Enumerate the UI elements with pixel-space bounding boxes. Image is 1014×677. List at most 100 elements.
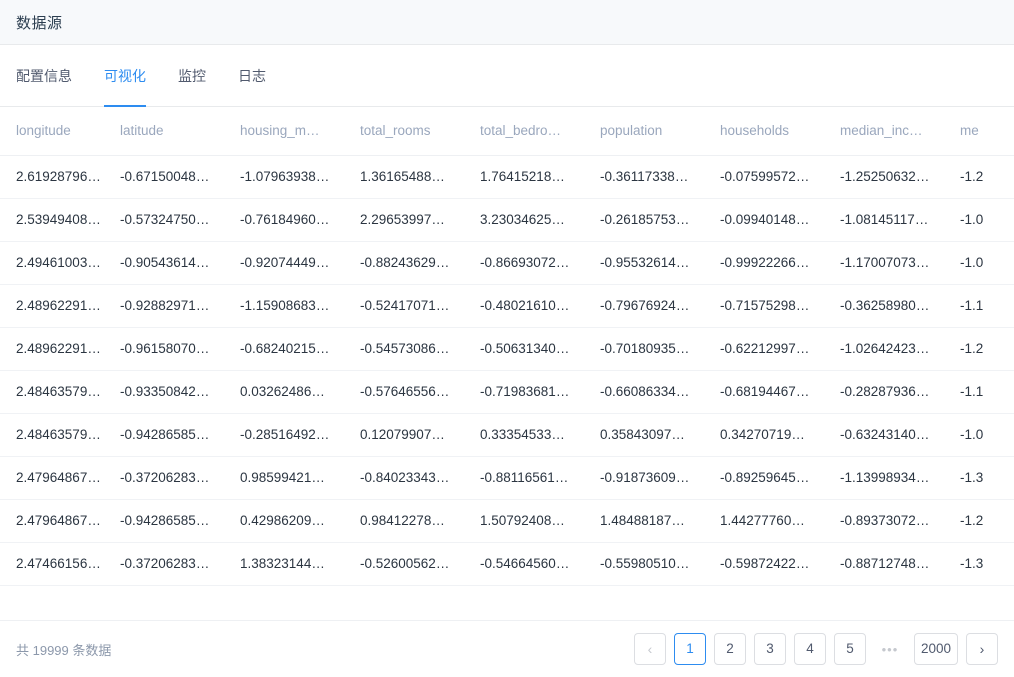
table-cell: -0.52417071… (360, 284, 480, 328)
table-cell: -1.02642423… (840, 327, 960, 371)
table-row[interactable]: 2.47466156… -0.37206283… 1.38323144… -0.526… (0, 542, 1014, 586)
table-cell: -0.76184960… (240, 198, 360, 242)
table-cell: -1.08145117… (840, 198, 960, 242)
table-cell: 2.47466156… (0, 542, 120, 586)
table-cell: -0.54573086… (360, 327, 480, 371)
table-cell: 1.50792408… (480, 499, 600, 543)
page-button-2[interactable]: 2 (713, 633, 746, 665)
table-cell: 1.76415218… (480, 155, 600, 199)
table-cell: -0.70180935… (600, 327, 720, 371)
table-cell: -0.89373072… (840, 499, 960, 543)
page-button-5[interactable]: 5 (833, 633, 866, 665)
table-cell: 1.38323144… (240, 542, 360, 586)
data-table: longitude latitude housing_m… total_rooms to… (0, 107, 1014, 586)
table-row[interactable]: 2.48962291… -0.92882971… -1.15908683… -0.52… (0, 284, 1014, 328)
page-button-3[interactable]: 3 (753, 633, 786, 665)
page-number: 2 (726, 641, 734, 657)
tab-logs[interactable]: 日志 (222, 45, 282, 106)
page-button-1[interactable]: 1 (673, 633, 706, 665)
column-header[interactable]: latitude (120, 107, 240, 156)
table-cell: -1.3 (960, 456, 1014, 500)
column-header[interactable]: households (720, 107, 840, 156)
tab-bar: 配置信息 可视化 监控 日志 (0, 45, 1014, 107)
table-cell: -0.55980510… (600, 542, 720, 586)
table-cell: 2.48962291… (0, 327, 120, 371)
column-header[interactable]: housing_m… (240, 107, 360, 156)
table-cell: -0.93350842… (120, 370, 240, 414)
table-cell: 0.98599421… (240, 456, 360, 500)
table-cell: -0.66086334… (600, 370, 720, 414)
table-cell: -0.28287936… (840, 370, 960, 414)
table-cell: 1.48488187… (600, 499, 720, 543)
table-row[interactable]: 2.61928796… -0.67150048… -1.07963938… 1.361… (0, 155, 1014, 199)
table-cell: -0.09940148… (720, 198, 840, 242)
column-header[interactable]: population (600, 107, 720, 156)
column-header[interactable]: median_inc… (840, 107, 960, 156)
table-cell: 2.53949408… (0, 198, 120, 242)
table-cell: -0.26185753… (600, 198, 720, 242)
ellipsis-glyph: ••• (881, 641, 899, 657)
table-cell: -0.84023343… (360, 456, 480, 500)
table-cell: -1.0 (960, 241, 1014, 285)
table-cell: -0.37206283… (120, 542, 240, 586)
page-number: 4 (806, 641, 814, 657)
tab-label: 日志 (238, 67, 266, 84)
page-number: 5 (846, 641, 854, 657)
table-cell: -0.89259645… (720, 456, 840, 500)
total-count-label: 共 19999 条数据 (16, 642, 112, 658)
page-button-4[interactable]: 4 (793, 633, 826, 665)
tab-visualization[interactable]: 可视化 (88, 45, 162, 107)
table-cell: 2.47964867… (0, 499, 120, 543)
page-number: 1 (686, 641, 694, 657)
data-table-container[interactable]: longitude latitude housing_m… total_rooms to… (0, 107, 1014, 620)
table-cell: 2.48463579… (0, 413, 120, 457)
table-row[interactable]: 2.47964867… -0.94286585… 0.42986209… 0.9841… (0, 499, 1014, 543)
table-cell: -0.67150048… (120, 155, 240, 199)
table-cell: 2.61928796… (0, 155, 120, 199)
table-row[interactable]: 2.48962291… -0.96158070… -0.68240215… -0.54… (0, 327, 1014, 371)
next-page-glyph: › (979, 641, 985, 657)
table-header-row: longitude latitude housing_m… total_rooms to… (0, 107, 1014, 156)
table-cell: 2.48463579… (0, 370, 120, 414)
table-cell: -0.88116561… (480, 456, 600, 500)
column-header[interactable]: total_bedro… (480, 107, 600, 156)
table-cell: -0.57324750… (120, 198, 240, 242)
table-row[interactable]: 2.48463579… -0.94286585… -0.28516492… 0.120… (0, 413, 1014, 457)
table-cell: 1.44277760… (720, 499, 840, 543)
table-cell: 2.29653997… (360, 198, 480, 242)
table-cell: -0.94286585… (120, 413, 240, 457)
table-row[interactable]: 2.48463579… -0.93350842… 0.03262486… -0.576… (0, 370, 1014, 414)
chevron-left-icon[interactable]: ‹ (633, 633, 666, 665)
table-cell: -0.37206283… (120, 456, 240, 500)
pagination: ‹ 1 2 3 4 5 ••• 2000 › (633, 633, 998, 665)
table-cell: -0.36258980… (840, 284, 960, 328)
column-header[interactable]: total_rooms (360, 107, 480, 156)
table-row[interactable]: 2.53949408… -0.57324750… -0.76184960… 2.296… (0, 198, 1014, 242)
table-cell: -1.2 (960, 327, 1014, 371)
chevron-right-icon[interactable]: › (966, 633, 998, 665)
page-button-last[interactable]: 2000 (913, 633, 958, 665)
table-cell: -0.96158070… (120, 327, 240, 371)
table-cell: -0.94286585… (120, 499, 240, 543)
table-cell: -1.2 (960, 499, 1014, 543)
table-cell: -0.68194467… (720, 370, 840, 414)
table-row[interactable]: 2.47964867… -0.37206283… 0.98599421… -0.840… (0, 456, 1014, 500)
table-body: 2.61928796… -0.67150048… -1.07963938… 1.361… (0, 155, 1014, 586)
table-cell: -0.07599572… (720, 155, 840, 199)
table-cell: 0.34270719… (720, 413, 840, 457)
column-header[interactable]: me (960, 107, 1014, 156)
table-cell: -1.25250632… (840, 155, 960, 199)
pagination-ellipsis[interactable]: ••• (874, 633, 906, 665)
table-header: longitude latitude housing_m… total_rooms to… (0, 107, 1014, 156)
table-footer: 共 19999 条数据 ‹ 1 2 3 4 5 ••• 2000 › (0, 620, 1014, 677)
tab-monitoring[interactable]: 监控 (162, 45, 222, 106)
column-header[interactable]: longitude (0, 107, 120, 156)
data-source-page: 数据源 配置信息 可视化 监控 日志 longitude latitude hous… (0, 0, 1014, 677)
page-header: 数据源 (0, 0, 1014, 45)
table-cell: 0.98412278… (360, 499, 480, 543)
table-cell: -0.59872422… (720, 542, 840, 586)
tab-config-info[interactable]: 配置信息 (16, 45, 88, 106)
table-cell: 0.12079907… (360, 413, 480, 457)
table-row[interactable]: 2.49461003… -0.90543614… -0.92074449… -0.88… (0, 241, 1014, 285)
table-cell: -1.17007073… (840, 241, 960, 285)
